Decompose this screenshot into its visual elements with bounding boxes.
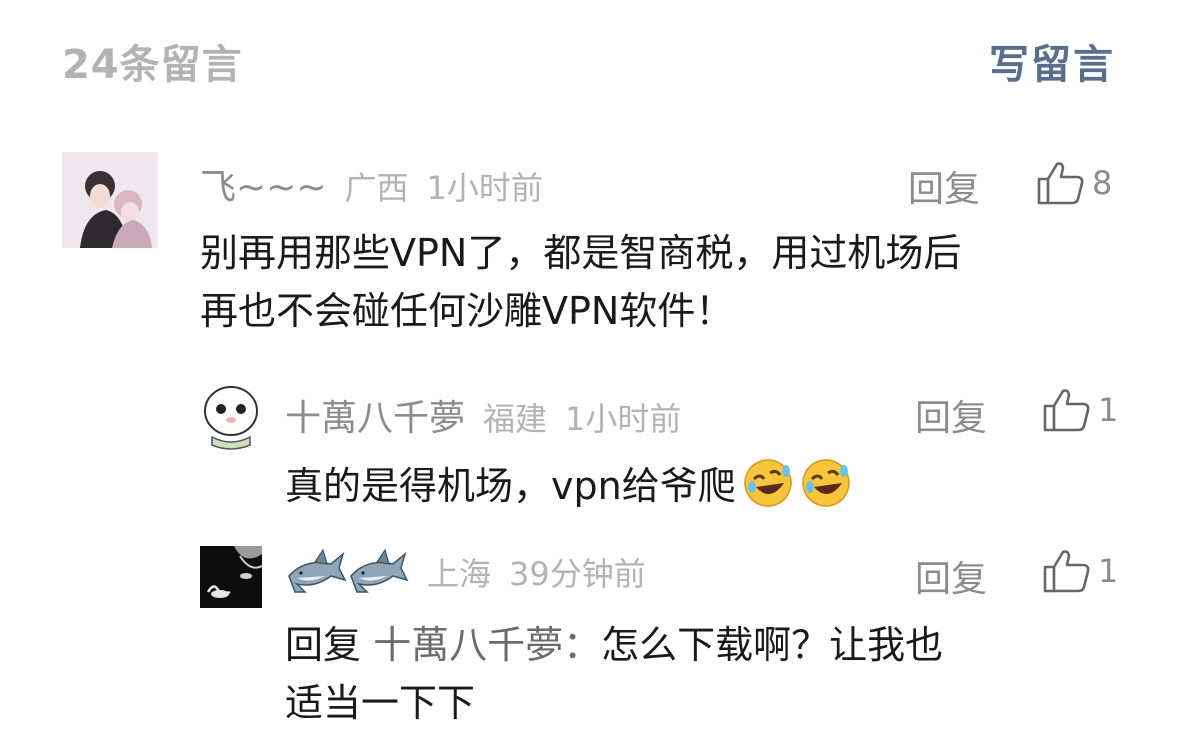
comment-item: 飞~~~ 广西 1小时前 回复 8 别再用那些VPN了，都是智商税，用过机场后 再也…: [0, 140, 1179, 350]
comment-line: 再也不会碰任何沙雕VPN软件！: [200, 289, 734, 333]
rofl-emoji-icon: [801, 459, 850, 507]
comment-meta: 十萬八千夢 福建 1小时前: [285, 389, 681, 441]
comment-meta: 飞~~~ 广西 1小时前: [200, 158, 543, 210]
like-count: 1: [1098, 391, 1119, 429]
nickname[interactable]: 十萬八千夢: [285, 398, 465, 439]
comment-line: 回复 十萬八千夢：怎么下载啊？让我也: [285, 616, 1145, 674]
reply-button[interactable]: 回复: [915, 389, 987, 441]
avatar[interactable]: [62, 152, 158, 248]
nickname[interactable]: 飞~~~: [200, 167, 327, 208]
like-button[interactable]: 1: [1042, 387, 1118, 433]
reply-button[interactable]: 回复: [915, 550, 987, 602]
timestamp: 1小时前: [426, 169, 543, 207]
anime-avatar-icon: [62, 152, 158, 248]
comment-text: 真的是得机场，vpn给爷爬: [285, 457, 1145, 515]
like-button[interactable]: 8: [1036, 160, 1112, 206]
like-count: 1: [1098, 552, 1119, 590]
like-count: 8: [1092, 164, 1113, 202]
comment-line: 别再用那些VPN了，都是智商税，用过机场后: [200, 231, 962, 275]
thumbs-up-icon: [1037, 162, 1084, 205]
reply-item: 十萬八千夢 福建 1小时前 回复 1 真的是得机场，vpn给爷爬: [0, 375, 1179, 525]
timestamp: 1小时前: [565, 400, 682, 438]
reply-button[interactable]: 回复: [908, 160, 980, 212]
avatar[interactable]: [200, 383, 262, 451]
location-label: 福建: [483, 400, 548, 438]
like-button[interactable]: 1: [1042, 548, 1118, 594]
location-label: 广西: [344, 169, 409, 207]
reply-prefix: 回复: [285, 623, 362, 667]
comments-header: 24条留言 写留言: [0, 0, 1179, 120]
thumbs-up-icon: [1043, 550, 1090, 593]
reply-item: 上海 39分钟前 回复 1 回复 十萬八千夢：怎么下载啊？让我也 适当一下下: [0, 540, 1179, 747]
timestamp: 39分钟前: [509, 555, 646, 593]
comment-line: 适当一下下: [285, 681, 476, 725]
comment-text: 别再用那些VPN了，都是智商税，用过机场后 再也不会碰任何沙雕VPN软件！: [200, 224, 1130, 340]
thumbs-up-icon: [1043, 389, 1090, 432]
rofl-emoji-icon: [743, 459, 792, 507]
comment-count: 24条留言: [62, 42, 243, 88]
comment-text: 回复 十萬八千夢：怎么下载啊？让我也 适当一下下: [285, 616, 1145, 732]
swan-avatar-icon: [200, 546, 262, 608]
comment-line: 真的是得机场，vpn给爷爬: [285, 464, 736, 508]
comment-text-rest: 怎么下载啊？让我也: [601, 623, 944, 667]
write-comment-button[interactable]: 写留言: [989, 32, 1115, 90]
cartoon-face-icon: [200, 383, 262, 451]
comment-meta: 上海 39分钟前: [285, 546, 646, 598]
reply-to-user[interactable]: 十萬八千夢：: [373, 623, 601, 667]
location-label: 上海: [427, 555, 492, 593]
shark-emoji-icon[interactable]: [347, 546, 409, 598]
avatar[interactable]: [200, 546, 262, 608]
shark-emoji-icon[interactable]: [285, 546, 347, 598]
